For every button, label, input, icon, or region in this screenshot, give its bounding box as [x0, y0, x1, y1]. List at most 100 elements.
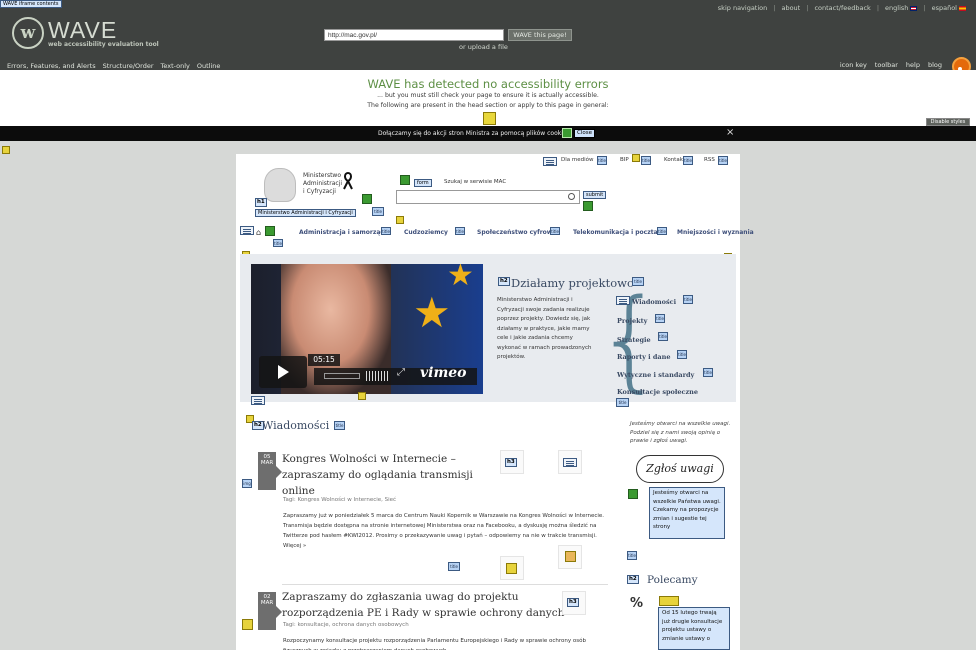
list-icon[interactable] — [251, 396, 265, 405]
img-icon[interactable]: img — [242, 479, 252, 488]
title-icon[interactable]: title — [273, 239, 283, 247]
hero-link-strategie[interactable]: Strategie — [617, 336, 651, 344]
top-nav-bip[interactable]: BIP — [620, 157, 629, 163]
page-alert-icon[interactable] — [483, 112, 496, 125]
seek-bar[interactable] — [324, 373, 360, 379]
upload-file-link[interactable]: or upload a file — [459, 43, 508, 51]
alert-icon[interactable] — [565, 551, 576, 562]
nav-telekomunikacja[interactable]: Telekomunikacja i poczta — [573, 229, 658, 236]
title-icon[interactable]: title — [448, 562, 460, 571]
skip-navigation-link[interactable]: skip navigation — [718, 4, 767, 12]
english-link[interactable]: english — [885, 4, 918, 12]
search-icon[interactable] — [568, 193, 575, 200]
alert-icon[interactable] — [358, 392, 366, 400]
top-nav-rss[interactable]: RSS — [704, 157, 715, 163]
volume-bars[interactable] — [366, 371, 390, 381]
title-icon[interactable]: title — [677, 350, 687, 359]
tab-errors-features-alerts[interactable]: Errors, Features, and Alerts — [7, 62, 96, 70]
feature-icon[interactable] — [562, 128, 572, 138]
h1-heading-tag[interactable]: Ministerstwo Administracji i Cyfryzacji — [255, 209, 356, 217]
about-link[interactable]: about — [781, 4, 800, 12]
alert-icon[interactable] — [2, 146, 10, 154]
home-icon[interactable]: ⌂ — [256, 228, 261, 237]
ministry-name[interactable]: Ministerstwo Administracji i Cyfryzacji — [303, 172, 342, 196]
title-icon[interactable]: title — [703, 368, 713, 377]
hero-link-projekty[interactable]: Projekty — [617, 317, 647, 325]
percent-icon[interactable]: % — [630, 596, 643, 611]
hero-link-konsultacje[interactable]: Konsultacje społeczne — [617, 388, 698, 396]
feature-icon[interactable] — [362, 194, 372, 204]
toolbar-link[interactable]: toolbar — [875, 61, 898, 69]
h3-icon[interactable]: h3 — [505, 458, 517, 467]
vimeo-logo[interactable]: vimeo — [420, 365, 467, 381]
alert-icon[interactable] — [396, 216, 404, 224]
submit-button-tag[interactable]: submit — [583, 191, 607, 199]
title-icon[interactable]: title — [627, 551, 637, 560]
wave-this-page-button[interactable]: WAVE this page! — [508, 29, 572, 41]
url-input[interactable] — [324, 29, 504, 41]
hero-link-raporty[interactable]: Raporty i dane — [617, 353, 670, 361]
h3-icon[interactable]: h3 — [567, 598, 579, 607]
feature-icon[interactable] — [400, 175, 410, 185]
tab-outline[interactable]: Outline — [197, 62, 221, 70]
title-icon[interactable]: title — [334, 421, 345, 430]
nav-mniejszosci[interactable]: Mniejszości i wyznania — [677, 229, 754, 236]
cookie-close-button[interactable]: Close — [574, 129, 595, 138]
espanol-link[interactable]: español — [932, 4, 966, 12]
blog-link[interactable]: blog — [928, 61, 942, 69]
search-input[interactable] — [396, 190, 580, 204]
alert-icon[interactable] — [632, 154, 640, 162]
title-icon[interactable]: title — [550, 227, 560, 235]
close-icon[interactable]: × — [726, 127, 734, 138]
top-nav-media[interactable]: Dla mediów — [561, 157, 594, 163]
alert-icon[interactable] — [659, 596, 679, 606]
title-icon[interactable]: title — [381, 227, 391, 235]
news-tags-1[interactable]: Tagi: Kongres Wolności w Internecie, Sie… — [283, 497, 396, 503]
news-tags-2[interactable]: Tagi: konsultacje, ochrona danych osobow… — [283, 622, 409, 628]
news-headline-1[interactable]: Kongres Wolności w Internecie – zaprasza… — [282, 451, 473, 499]
icon-key-link[interactable]: icon key — [840, 61, 867, 69]
nav-administracja[interactable]: Administracja i samorząd — [299, 229, 385, 236]
feature-icon[interactable] — [583, 201, 593, 211]
list-icon[interactable] — [240, 226, 254, 235]
top-nav-contact[interactable]: Kontakt — [664, 157, 685, 163]
report-comments-button[interactable]: Zgłoś uwagi — [636, 455, 724, 483]
h2-icon[interactable]: h2 — [627, 575, 639, 584]
title-icon[interactable]: title — [657, 227, 667, 235]
list-icon[interactable] — [616, 296, 630, 305]
alert-icon[interactable] — [242, 619, 253, 630]
fullscreen-icon[interactable]: ⤢ — [397, 367, 405, 378]
hero-link-wiadomosci[interactable]: Wiadomości — [632, 298, 676, 306]
help-link[interactable]: help — [906, 61, 920, 69]
alert-icon[interactable] — [506, 563, 517, 574]
title-icon[interactable]: title — [455, 227, 465, 235]
play-button[interactable] — [259, 356, 307, 388]
contact-feedback-link[interactable]: contact/feedback — [814, 4, 870, 12]
list-icon[interactable] — [543, 157, 557, 166]
h2-icon[interactable]: h2 — [498, 277, 510, 286]
title-icon[interactable]: title — [683, 156, 693, 165]
ministry-eagle-logo[interactable] — [264, 168, 296, 202]
title-icon[interactable]: title — [597, 156, 607, 165]
disable-styles-button[interactable]: Disable styles — [926, 118, 970, 126]
h1-icon[interactable]: h1 — [255, 198, 267, 207]
form-label-tag[interactable]: form — [414, 179, 432, 187]
feature-icon[interactable] — [628, 489, 638, 499]
news-headline-2[interactable]: Zapraszamy do zgłaszania uwag do projekt… — [282, 589, 564, 621]
hero-link-wytyczne[interactable]: Wytyczne i standardy — [617, 371, 694, 379]
title-icon[interactable]: title — [616, 398, 629, 407]
list-icon[interactable] — [563, 458, 577, 467]
title-icon[interactable]: title — [655, 314, 665, 323]
title-icon[interactable]: title — [658, 332, 668, 341]
tab-structure-order[interactable]: Structure/Order — [103, 62, 154, 70]
wave-logo[interactable]: w WAVE web accessibility evaluation tool — [12, 17, 159, 49]
iframe-contents-tag[interactable]: WAVE iframe contents — [0, 0, 62, 8]
title-icon[interactable]: title — [641, 156, 651, 165]
title-icon[interactable]: title — [718, 156, 728, 165]
title-icon[interactable]: title — [683, 295, 693, 304]
tab-text-only[interactable]: Text-only — [161, 62, 190, 70]
feature-icon[interactable] — [265, 226, 275, 236]
nav-cudzoziemcy[interactable]: Cudzoziemcy — [404, 229, 448, 236]
title-icon[interactable]: title — [372, 207, 384, 216]
nav-spoleczenstwo-cyfrowe[interactable]: Społeczeństwo cyfrowe — [477, 229, 556, 236]
